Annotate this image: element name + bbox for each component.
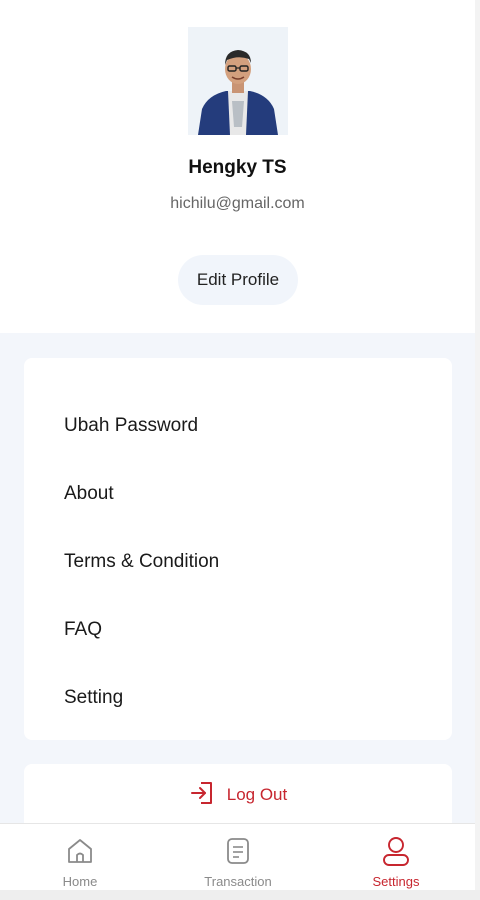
- nav-tab-home[interactable]: Home: [10, 824, 150, 891]
- document-icon: [223, 835, 253, 867]
- edit-profile-button[interactable]: Edit Profile: [178, 255, 298, 305]
- menu-item-terms[interactable]: Terms & Condition: [64, 551, 219, 573]
- settings-menu: Ubah Password About Terms & Condition FA…: [24, 358, 452, 740]
- nav-label-home: Home: [62, 874, 98, 889]
- menu-item-faq[interactable]: FAQ: [64, 619, 102, 641]
- user-icon: [380, 835, 412, 867]
- profile-photo: [188, 27, 288, 135]
- profile-email: hichilu@gmail.com: [170, 195, 305, 212]
- profile-name: Hengky TS: [188, 157, 287, 178]
- logout-button[interactable]: Log Out: [24, 764, 452, 824]
- logout-icon: [189, 780, 215, 811]
- menu-item-ubah-password[interactable]: Ubah Password: [64, 415, 198, 437]
- profile-section: Hengky TS hichilu@gmail.com Edit Profile: [0, 0, 475, 333]
- menu-item-about[interactable]: About: [64, 483, 114, 505]
- logout-label: Log Out: [226, 785, 288, 804]
- avatar: [188, 27, 288, 135]
- nav-label-transaction: Transaction: [204, 874, 272, 889]
- nav-tab-settings[interactable]: Settings: [326, 824, 466, 891]
- right-edge: [475, 0, 480, 900]
- nav-tab-transaction[interactable]: Transaction: [168, 824, 308, 891]
- home-icon: [65, 835, 95, 867]
- nav-label-settings: Settings: [372, 874, 420, 889]
- bottom-edge: [0, 890, 480, 900]
- menu-item-setting[interactable]: Setting: [64, 687, 123, 709]
- bottom-navigation: Home Transaction Settings: [0, 823, 475, 890]
